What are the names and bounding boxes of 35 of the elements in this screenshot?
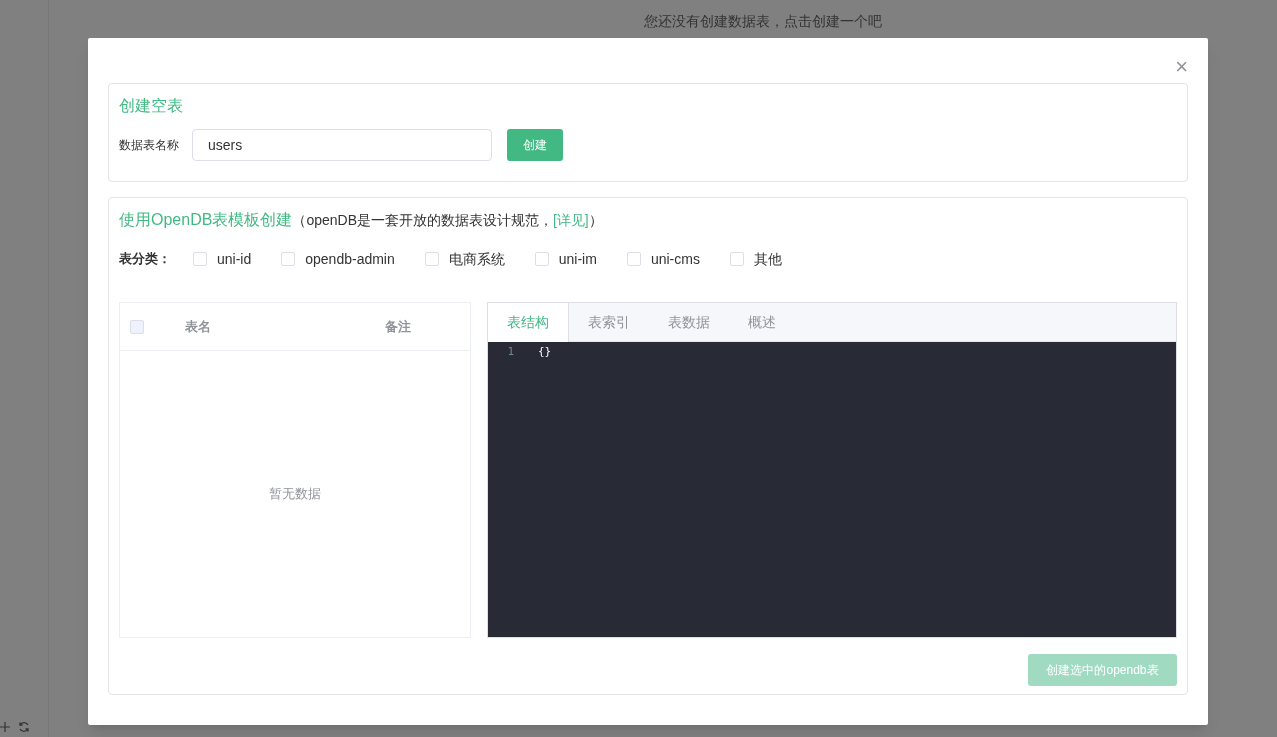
table-name-field[interactable]: users <box>192 129 492 161</box>
code-line: {} <box>538 345 552 359</box>
column-header: 表名 <box>185 317 212 336</box>
details-link[interactable]: [详见] <box>552 212 589 228</box>
section-title: 创建空表 <box>119 96 183 116</box>
empty-text: 暂无数据 <box>269 485 321 504</box>
line-number: 1 <box>506 345 514 359</box>
category-checkbox[interactable] <box>424 252 439 266</box>
select-all-checkbox[interactable] <box>130 319 144 334</box>
category-checkbox[interactable] <box>626 252 641 266</box>
plus-icon[interactable] <box>0 722 10 732</box>
section-title: 使用OpenDB表模板创建 <box>119 210 293 230</box>
category-label: 其他 <box>753 249 782 269</box>
tab[interactable]: 表索引 <box>569 303 649 342</box>
tab[interactable]: 表结构 <box>488 303 569 342</box>
category-checkbox[interactable] <box>729 252 744 266</box>
column-header: 备注 <box>385 317 411 336</box>
category-label: 电商系统 <box>448 249 505 269</box>
spec-note: （openDB是一套开放的数据表设计规范，[详见]） <box>292 211 603 230</box>
category-label: uni-id <box>217 249 252 269</box>
create-button[interactable]: 创建 <box>507 129 563 161</box>
category-label: uni-im <box>558 249 597 269</box>
refresh-icon[interactable] <box>18 721 30 733</box>
category-checkbox[interactable] <box>281 252 296 266</box>
category-label: opendb-admin <box>305 249 395 269</box>
code-editor[interactable]: 1 {} <box>488 342 1176 637</box>
field-label: 数据表名称 <box>119 137 180 154</box>
tab[interactable]: 概述 <box>729 303 795 342</box>
category-label: uni-cms <box>650 249 700 269</box>
category-label: 表分类： <box>119 250 171 269</box>
category-checkbox[interactable] <box>193 252 207 266</box>
tab[interactable]: 表数据 <box>649 303 729 342</box>
category-checkbox[interactable] <box>534 252 549 266</box>
close-button[interactable]: × <box>1175 56 1188 78</box>
empty-message: 您还没有创建数据表，点击创建一个吧 <box>644 12 882 31</box>
